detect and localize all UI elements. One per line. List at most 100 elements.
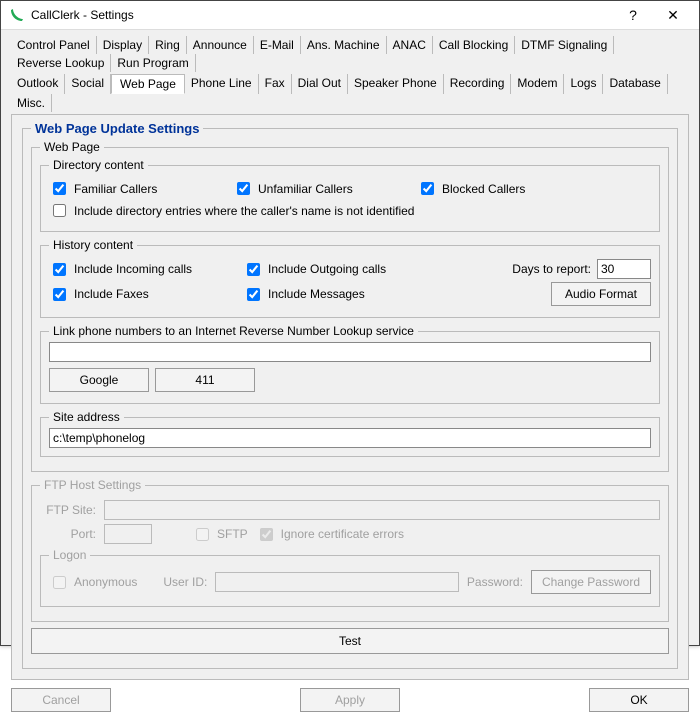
site-address-input[interactable] [49, 428, 651, 448]
logon-legend: Logon [49, 548, 90, 562]
tab-recording[interactable]: Recording [444, 74, 512, 94]
cb-include-unidentified[interactable]: Include directory entries where the call… [49, 201, 414, 220]
tab-social[interactable]: Social [65, 74, 111, 94]
cb-anonymous: Anonymous [49, 573, 137, 592]
cb-sftp-label: SFTP [217, 527, 248, 541]
ftp-site-input [104, 500, 660, 520]
cb-ignore-cert-input [260, 528, 273, 541]
google-button[interactable]: Google [49, 368, 149, 392]
tab-outlook[interactable]: Outlook [11, 74, 65, 94]
tab-database[interactable]: Database [603, 74, 667, 94]
cb-sftp: SFTP [192, 525, 248, 544]
cb-familiar-callers-label: Familiar Callers [74, 182, 157, 196]
cancel-button: Cancel [11, 688, 111, 712]
tab-phone-line[interactable]: Phone Line [185, 74, 259, 94]
cb-familiar-callers-input[interactable] [53, 182, 66, 195]
cb-include-faxes[interactable]: Include Faxes [49, 285, 219, 304]
cb-include-unidentified-input[interactable] [53, 204, 66, 217]
411-button[interactable]: 411 [155, 368, 255, 392]
settings-window: CallClerk - Settings ? ✕ Control PanelDi… [0, 0, 700, 646]
ftp-site-label: FTP Site: [40, 503, 96, 517]
cb-ignore-cert-label: Ignore certificate errors [281, 527, 404, 541]
tab-ans-machine[interactable]: Ans. Machine [301, 36, 387, 54]
cb-include-outgoing-input[interactable] [247, 263, 260, 276]
reverse-legend: Link phone numbers to an Internet Revers… [49, 324, 418, 338]
tab-speaker-phone[interactable]: Speaker Phone [348, 74, 444, 94]
group-logon: Logon Anonymous User ID: Password: Chang… [40, 548, 660, 607]
cb-include-messages-label: Include Messages [268, 287, 365, 301]
cb-sftp-input [196, 528, 209, 541]
tab-misc-[interactable]: Misc. [11, 94, 52, 112]
days-input[interactable] [597, 259, 651, 279]
group-site-address: Site address [40, 410, 660, 457]
group-web-page: Web Page Directory content Familiar Call… [31, 140, 669, 472]
cb-anonymous-input [53, 576, 66, 589]
group-reverse-lookup: Link phone numbers to an Internet Revers… [40, 324, 660, 404]
section-title: Web Page Update Settings [31, 121, 203, 136]
tab-anac[interactable]: ANAC [387, 36, 433, 54]
tab-row-2: OutlookSocialWeb PagePhone LineFaxDial O… [11, 74, 689, 112]
cb-blocked-callers[interactable]: Blocked Callers [417, 179, 577, 198]
client-area: Control PanelDisplayRingAnnounceE-MailAn… [1, 30, 699, 722]
tab-announce[interactable]: Announce [187, 36, 254, 54]
password-label: Password: [467, 575, 523, 589]
cb-ignore-cert: Ignore certificate errors [256, 525, 404, 544]
tab-row-1: Control PanelDisplayRingAnnounceE-MailAn… [11, 36, 689, 72]
directory-legend: Directory content [49, 158, 148, 172]
cb-include-messages-input[interactable] [247, 288, 260, 301]
group-web-page-legend: Web Page [40, 140, 104, 154]
apply-button: Apply [300, 688, 400, 712]
cb-anonymous-label: Anonymous [74, 575, 137, 589]
audio-format-button[interactable]: Audio Format [551, 282, 651, 306]
cb-unfamiliar-callers-label: Unfamiliar Callers [258, 182, 353, 196]
cb-include-unidentified-label: Include directory entries where the call… [74, 204, 414, 218]
reverse-url-input[interactable] [49, 342, 651, 362]
tab-modem[interactable]: Modem [511, 74, 564, 94]
tab-control-panel[interactable]: Control Panel [11, 36, 97, 54]
tab-dtmf-signaling[interactable]: DTMF Signaling [515, 36, 614, 54]
cb-familiar-callers[interactable]: Familiar Callers [49, 179, 209, 198]
cb-include-outgoing-label: Include Outgoing calls [268, 262, 386, 276]
section-web-page-update: Web Page Update Settings Web Page Direct… [22, 121, 678, 669]
tab-fax[interactable]: Fax [259, 74, 292, 94]
cb-include-incoming[interactable]: Include Incoming calls [49, 260, 219, 279]
cb-include-incoming-label: Include Incoming calls [74, 262, 192, 276]
group-ftp-host: FTP Host Settings FTP Site: Port: SFTP [31, 478, 669, 622]
cb-include-outgoing[interactable]: Include Outgoing calls [243, 260, 413, 279]
userid-label: User ID: [163, 575, 207, 589]
tab-call-blocking[interactable]: Call Blocking [433, 36, 515, 54]
cb-blocked-callers-label: Blocked Callers [442, 182, 525, 196]
window-title: CallClerk - Settings [31, 8, 613, 22]
close-button[interactable]: ✕ [653, 1, 693, 29]
tab-display[interactable]: Display [97, 36, 149, 54]
cb-include-faxes-input[interactable] [53, 288, 66, 301]
cb-unfamiliar-callers[interactable]: Unfamiliar Callers [233, 179, 393, 198]
ftp-port-label: Port: [40, 527, 96, 541]
tab-logs[interactable]: Logs [564, 74, 603, 94]
test-button[interactable]: Test [31, 628, 669, 654]
tab-e-mail[interactable]: E-Mail [254, 36, 301, 54]
change-password-button: Change Password [531, 570, 651, 594]
tab-dial-out[interactable]: Dial Out [292, 74, 348, 94]
titlebar: CallClerk - Settings ? ✕ [1, 1, 699, 30]
group-history-content: History content Include Incoming calls I… [40, 238, 660, 318]
ok-button[interactable]: OK [589, 688, 689, 712]
tab-panel: Web Page Update Settings Web Page Direct… [11, 114, 689, 680]
cb-include-faxes-label: Include Faxes [74, 287, 149, 301]
history-legend: History content [49, 238, 137, 252]
help-button[interactable]: ? [613, 1, 653, 29]
ftp-legend: FTP Host Settings [40, 478, 145, 492]
userid-input [215, 572, 459, 592]
tab-run-program[interactable]: Run Program [111, 54, 195, 72]
tab-ring[interactable]: Ring [149, 36, 187, 54]
tab-reverse-lookup[interactable]: Reverse Lookup [11, 54, 111, 72]
cb-blocked-callers-input[interactable] [421, 182, 434, 195]
cb-include-messages[interactable]: Include Messages [243, 285, 413, 304]
tab-web-page[interactable]: Web Page [111, 74, 185, 94]
cb-unfamiliar-callers-input[interactable] [237, 182, 250, 195]
cb-include-incoming-input[interactable] [53, 263, 66, 276]
dialog-buttons: Cancel Apply OK [11, 680, 689, 712]
site-legend: Site address [49, 410, 124, 424]
ftp-port-input [104, 524, 152, 544]
days-label: Days to report: [512, 262, 591, 276]
